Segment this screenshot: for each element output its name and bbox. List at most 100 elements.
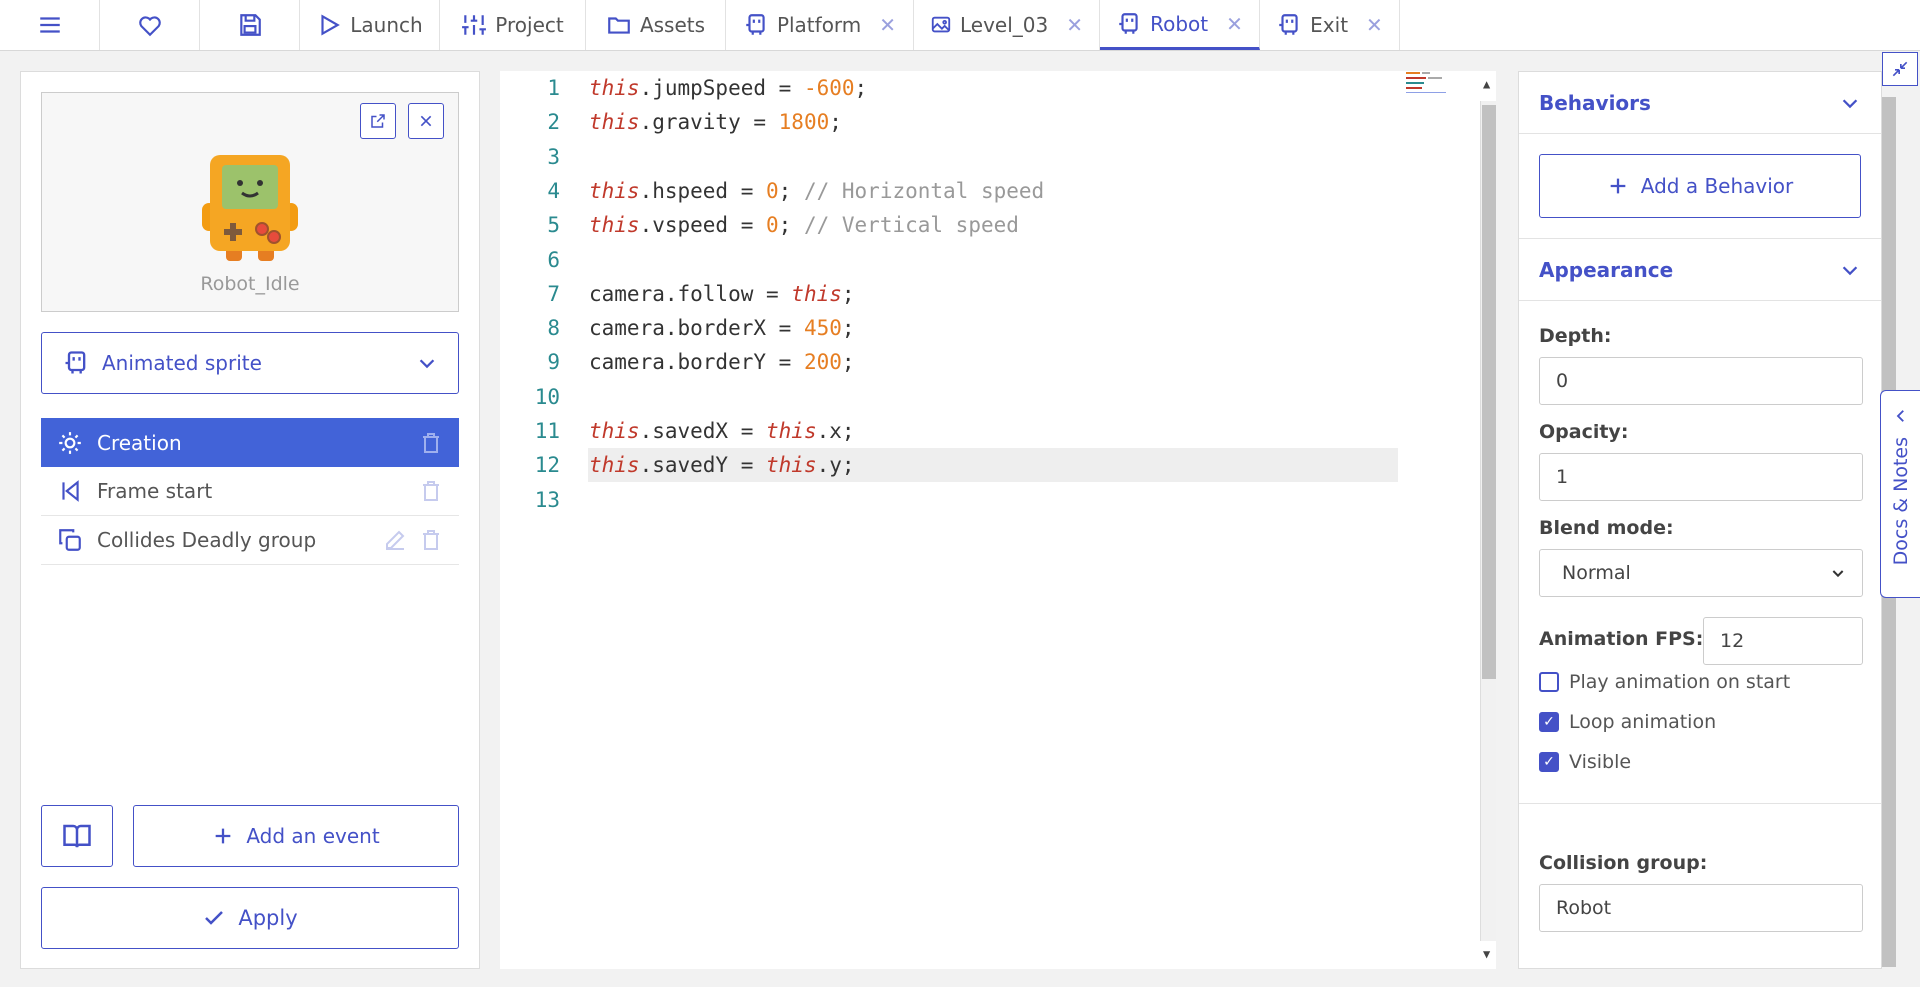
add-behavior-button[interactable]: Add a Behavior (1539, 154, 1861, 218)
chevron-down-icon (1842, 98, 1858, 108)
checkbox-box[interactable]: ✓ (1539, 752, 1559, 772)
animation-fps-label: Animation FPS: (1539, 628, 1704, 650)
assets-button[interactable]: Assets (586, 0, 726, 50)
template-select-value: Animated sprite (102, 351, 262, 375)
apply-button[interactable]: Apply (41, 887, 459, 949)
event-creation[interactable]: Creation (41, 418, 459, 467)
code-line[interactable]: 13 (500, 483, 1400, 517)
scroll-thumb[interactable] (1482, 105, 1496, 679)
line-number: 8 (547, 316, 560, 341)
divider (1519, 803, 1881, 804)
checkbox-box[interactable] (1539, 672, 1559, 692)
book-icon (63, 824, 91, 848)
docs-notes-label: Docs & Notes (1889, 437, 1912, 566)
close-icon[interactable]: ✕ (1226, 12, 1243, 36)
line-number: 4 (547, 178, 560, 203)
hamburger-icon (39, 17, 60, 33)
sliders-icon (462, 15, 487, 35)
sprite-preview: Robot_Idle (41, 92, 459, 312)
image-icon (931, 16, 951, 33)
minimize-icon (1892, 61, 1908, 77)
code-line[interactable]: 5 this.vspeed = 0; // Vertical speed (500, 208, 1400, 242)
sun-icon (59, 431, 81, 454)
code-line[interactable]: 3 (500, 140, 1400, 174)
project-button[interactable]: Project (440, 0, 586, 50)
code-line[interactable]: 6 (500, 243, 1400, 277)
line-number: 13 (534, 487, 560, 512)
scroll-up-arrow[interactable]: ▲ (1483, 77, 1490, 91)
code-line[interactable]: 7 camera.follow = this; (500, 277, 1400, 311)
collapse-button[interactable] (1882, 52, 1918, 86)
behaviors-section-header[interactable]: Behaviors (1519, 72, 1881, 134)
docs-book-button[interactable] (41, 805, 113, 867)
close-icon[interactable]: ✕ (1366, 13, 1383, 37)
code-editor[interactable]: 1 this.jumpSpeed = -600; 2 this.gravity = 1… (500, 71, 1496, 969)
opacity-input[interactable]: 1 (1539, 453, 1863, 501)
animation-fps-input[interactable]: 12 (1703, 617, 1863, 665)
line-number: 6 (547, 247, 560, 272)
tab-exit[interactable]: Exit ✕ (1260, 0, 1400, 50)
code-minimap[interactable] (1406, 71, 1446, 101)
menu-button[interactable] (0, 0, 100, 50)
chevron-left-icon (1896, 410, 1904, 422)
remove-sprite-button[interactable] (408, 103, 444, 139)
properties-panel: Behaviors Add a Behavior Appearance Dept… (1518, 71, 1882, 969)
code-line[interactable]: 9 camera.borderY = 200; (500, 345, 1400, 379)
loop-animation-checkbox[interactable]: ✓ Loop animation (1539, 711, 1716, 733)
close-icon[interactable]: ✕ (879, 13, 896, 37)
code-text: this.savedY = this.y; (589, 453, 855, 478)
close-icon[interactable]: ✕ (1066, 13, 1083, 37)
play-on-start-checkbox[interactable]: Play animation on start (1539, 671, 1790, 693)
trash-icon[interactable] (419, 528, 443, 552)
robot-sprite-image (202, 155, 298, 261)
code-line[interactable]: 11 this.savedX = this.x; (500, 414, 1400, 448)
add-behavior-label: Add a Behavior (1640, 174, 1794, 198)
favorite-button[interactable] (100, 0, 200, 50)
add-event-button[interactable]: Add an event (133, 805, 459, 867)
trash-icon[interactable] (419, 479, 443, 503)
code-text: this.jumpSpeed = -600; (589, 76, 868, 100)
event-frame-start[interactable]: Frame start (41, 467, 459, 516)
code-line[interactable]: 8 camera.borderX = 450; (500, 311, 1400, 345)
appearance-section-header[interactable]: Appearance (1519, 239, 1881, 301)
copy-icon (59, 529, 81, 551)
checkbox-box[interactable]: ✓ (1539, 712, 1559, 732)
docs-notes-tab[interactable]: Docs & Notes (1880, 390, 1920, 598)
code-line[interactable]: 1 this.jumpSpeed = -600; (500, 71, 1400, 105)
tab-level-03[interactable]: Level_03 ✕ (914, 0, 1100, 50)
scroll-down-arrow[interactable]: ▼ (1483, 947, 1490, 961)
template-select[interactable]: Animated sprite (41, 332, 459, 394)
chevron-down-icon (1842, 265, 1858, 275)
open-sprite-button[interactable] (360, 103, 396, 139)
visible-checkbox[interactable]: ✓ Visible (1539, 751, 1631, 773)
code-line[interactable]: 12 this.savedY = this.y; (500, 448, 1400, 482)
code-line[interactable]: 10 (500, 380, 1400, 414)
depth-input[interactable]: 0 (1539, 357, 1863, 405)
apply-label: Apply (238, 906, 298, 930)
collision-group-input[interactable]: Robot (1539, 884, 1863, 932)
tab-platform[interactable]: Platform ✕ (726, 0, 914, 50)
launch-button[interactable]: Launch (300, 0, 440, 50)
editor-scrollbar[interactable] (1480, 101, 1496, 941)
checkbox-label: Play animation on start (1569, 671, 1791, 693)
events-panel: Robot_Idle Animated sprite Creation Fram… (20, 71, 480, 969)
play-icon (321, 14, 341, 36)
line-number: 1 (547, 76, 560, 100)
line-number: 12 (534, 453, 560, 478)
code-line[interactable]: 4 this.hspeed = 0; // Horizontal speed (500, 174, 1400, 208)
edit-icon[interactable] (383, 528, 407, 552)
tab-robot[interactable]: Robot ✕ (1100, 0, 1260, 50)
depth-label: Depth: (1539, 325, 1612, 347)
code-line[interactable]: 2 this.gravity = 1800; (500, 105, 1400, 139)
event-list: Creation Frame start Collides Deadly gro… (41, 418, 459, 565)
event-label: Collides Deadly group (97, 528, 317, 552)
appearance-title: Appearance (1539, 257, 1674, 282)
collision-group-label: Collision group: (1539, 852, 1708, 874)
trash-icon[interactable] (419, 431, 443, 455)
blend-mode-select[interactable]: Normal (1539, 549, 1863, 597)
line-number: 3 (547, 144, 560, 169)
event-collides-deadly[interactable]: Collides Deadly group (41, 516, 459, 565)
save-button[interactable] (200, 0, 300, 50)
code-text: this.savedX = this.x; (589, 419, 855, 443)
tab-label: Level_03 (959, 13, 1049, 37)
